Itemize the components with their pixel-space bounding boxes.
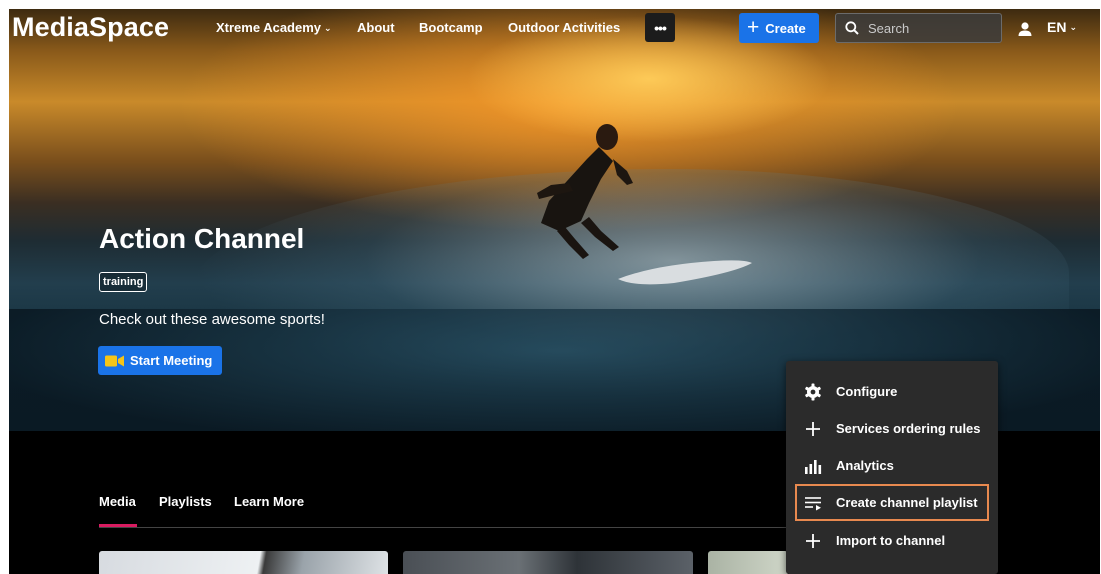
- more-dots-icon: •••: [654, 19, 667, 36]
- channel-actions-menu: Configure Services ordering rules Analyt…: [786, 361, 998, 574]
- nav-outdoor-activities[interactable]: Outdoor Activities: [508, 20, 620, 35]
- playlist-add-icon: [804, 494, 822, 512]
- video-camera-icon: [105, 355, 124, 366]
- media-thumbnail[interactable]: [708, 551, 788, 574]
- menu-item-configure[interactable]: Configure: [786, 373, 998, 410]
- menu-item-create-channel-playlist[interactable]: Create channel playlist: [795, 484, 989, 521]
- menu-item-label: Services ordering rules: [836, 421, 981, 436]
- nav-label: Xtreme Academy: [216, 20, 322, 35]
- mediaspace-logo[interactable]: MediaSpace: [12, 12, 169, 43]
- menu-item-label: Analytics: [836, 458, 894, 473]
- plus-icon: [804, 532, 822, 550]
- search-box[interactable]: [835, 13, 1002, 43]
- top-navigation: MediaSpace Xtreme Academy ⌄ About Bootcam…: [9, 9, 1100, 47]
- start-meeting-button[interactable]: Start Meeting: [98, 346, 222, 375]
- menu-item-services-ordering-rules[interactable]: Services ordering rules: [786, 410, 998, 447]
- menu-item-label: Configure: [836, 384, 898, 399]
- search-icon: [845, 21, 859, 35]
- language-label: EN: [1047, 19, 1067, 35]
- nav-xtreme-academy[interactable]: Xtreme Academy ⌄: [216, 20, 332, 35]
- menu-item-label: Create channel playlist: [836, 495, 978, 510]
- bar-chart-icon: [804, 457, 822, 475]
- user-icon[interactable]: [1017, 21, 1033, 37]
- chevron-down-icon: ⌄: [324, 23, 332, 33]
- channel-tag[interactable]: training: [99, 272, 148, 292]
- search-input[interactable]: [868, 20, 988, 36]
- nav-about[interactable]: About: [357, 20, 395, 35]
- active-tab-indicator: [99, 524, 137, 527]
- tab-playlists[interactable]: Playlists: [159, 494, 212, 509]
- menu-item-import-to-channel[interactable]: Import to channel: [786, 522, 998, 559]
- chevron-down-icon: ⌄: [1069, 22, 1077, 32]
- create-button[interactable]: + Create: [739, 13, 819, 43]
- nav-bootcamp[interactable]: Bootcamp: [419, 20, 483, 35]
- language-selector[interactable]: EN ⌄: [1047, 19, 1077, 35]
- page: MediaSpace Xtreme Academy ⌄ About Bootcam…: [9, 9, 1100, 574]
- plus-icon: [804, 420, 822, 438]
- menu-item-label: Import to channel: [836, 533, 946, 548]
- more-menu-button[interactable]: •••: [645, 13, 675, 42]
- plus-icon: +: [747, 15, 760, 39]
- gear-icon: [804, 383, 822, 401]
- tab-media[interactable]: Media: [99, 494, 136, 509]
- start-meeting-label: Start Meeting: [130, 353, 213, 368]
- surfer-silhouette: [537, 124, 633, 259]
- channel-description: Check out these awesome sports!: [99, 311, 325, 328]
- channel-title: Action Channel: [99, 223, 305, 254]
- create-label: Create: [765, 20, 806, 36]
- tab-learn-more[interactable]: Learn More: [234, 494, 304, 509]
- media-thumbnail[interactable]: [403, 551, 693, 574]
- menu-item-analytics[interactable]: Analytics: [786, 447, 998, 484]
- surfboard: [618, 260, 752, 285]
- media-thumbnail[interactable]: [99, 551, 388, 574]
